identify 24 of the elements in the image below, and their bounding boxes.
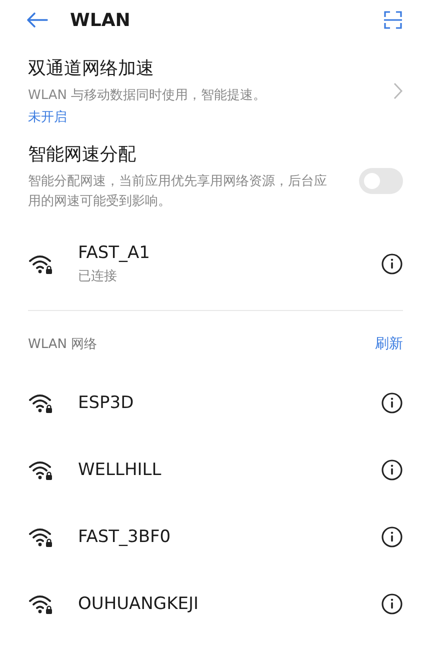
info-button[interactable] [381, 592, 403, 614]
toggle-switch[interactable] [359, 168, 403, 194]
setting-title: 智能网速分配 [28, 143, 137, 166]
setting-description: WLAN 与移动数据同时使用，智能提速。 [28, 87, 268, 105]
connection-status: 已连接 [78, 268, 118, 285]
setting-item[interactable]: 双通道网络加速 WLAN 与移动数据同时使用，智能提速。 未开启 [0, 40, 431, 128]
page-title: WLAN [70, 10, 132, 30]
info-button[interactable] [381, 526, 403, 548]
chevron-right-icon [393, 82, 403, 100]
refresh-link[interactable]: 刷新 [375, 335, 403, 353]
section-title: WLAN 网络 [28, 336, 98, 353]
info-button[interactable] [381, 392, 403, 414]
network-name[interactable]: OUHUANGKEJI [78, 594, 381, 614]
info-button[interactable] [381, 253, 403, 275]
setting-status: 未开启 [28, 109, 68, 126]
network-name[interactable]: WELLHILL [78, 460, 381, 480]
setting-title: 双通道网络加速 [28, 57, 155, 80]
network-name[interactable]: FAST_A1 [78, 243, 381, 263]
network-name[interactable]: FAST_3BF0 [78, 526, 381, 546]
scan-icon[interactable] [383, 10, 403, 30]
setting-description: 智能分配网速，当前应用优先享用网络资源，后台应用的网速可能受到影响。 [28, 173, 328, 211]
network-name[interactable]: ESP3D [78, 392, 381, 412]
info-button[interactable] [381, 458, 403, 480]
back-arrow-icon[interactable] [26, 12, 48, 28]
